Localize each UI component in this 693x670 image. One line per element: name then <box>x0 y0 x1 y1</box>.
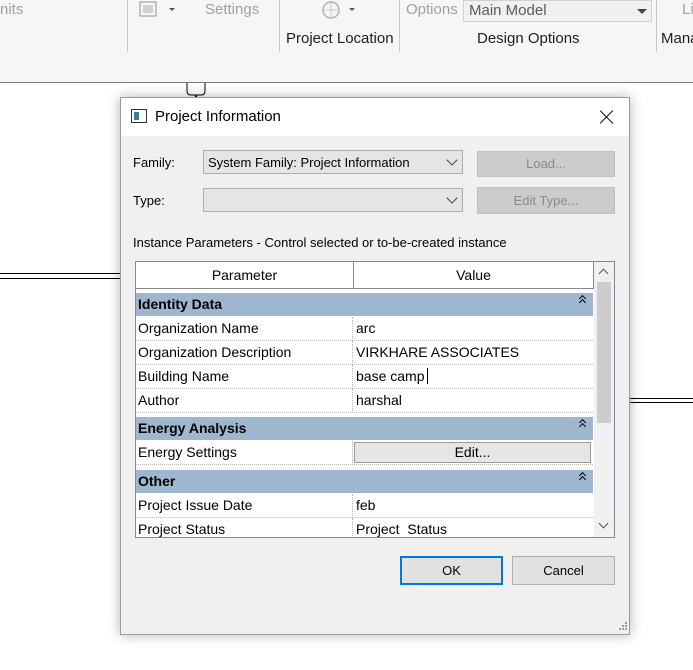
group-title: Other <box>138 473 176 489</box>
ribbon-separator <box>656 0 657 52</box>
resize-grip-icon[interactable] <box>618 621 628 631</box>
settings-button[interactable]: Settings <box>205 1 259 18</box>
instance-parameters-label: Instance Parameters - Control selected o… <box>133 235 507 250</box>
text-caret <box>427 368 428 384</box>
wall-line <box>630 398 693 399</box>
type-label: Type: <box>133 193 165 208</box>
manage-panel-title: Mana <box>661 30 693 47</box>
wall-line <box>0 273 121 274</box>
wall-line <box>0 278 121 279</box>
dialog-titlebar[interactable]: Project Information <box>121 98 629 136</box>
chevron-down-icon <box>446 192 458 204</box>
table-row[interactable]: Organization Description VIRKHARE ASSOCI… <box>136 341 593 365</box>
group-header-energy-analysis[interactable]: Energy Analysis <box>136 417 593 441</box>
vertical-scrollbar[interactable] <box>594 262 614 537</box>
param-value[interactable]: arc <box>356 320 375 336</box>
scroll-down-icon[interactable] <box>598 518 609 529</box>
properties-grid: Parameter Value Identity Data Organizati… <box>135 261 615 538</box>
phasing-icon[interactable] <box>138 0 162 20</box>
building-name-input[interactable]: base camp <box>356 368 424 384</box>
collapse-icon[interactable] <box>578 295 588 305</box>
column-header-value[interactable]: Value <box>354 262 594 289</box>
project-information-dialog: Project Information Family: System Famil… <box>120 97 630 635</box>
param-name: Project Status <box>138 521 226 537</box>
param-value[interactable]: Project Status <box>356 521 447 537</box>
edit-type-button[interactable]: Edit Type... <box>477 187 615 214</box>
param-name: Project Issue Date <box>138 497 253 513</box>
group-title: Energy Analysis <box>138 420 247 436</box>
close-icon[interactable] <box>595 105 619 129</box>
group-header-other[interactable]: Other <box>136 470 593 494</box>
collapse-icon[interactable] <box>578 472 588 482</box>
dialog-title: Project Information <box>155 108 281 125</box>
ribbon-separator <box>399 0 400 52</box>
param-value[interactable]: harshal <box>356 392 402 408</box>
family-select-value: System Family: Project Information <box>208 155 410 170</box>
param-name: Organization Name <box>138 320 259 336</box>
ribbon-separator <box>279 0 280 52</box>
project-location-panel-title: Project Location <box>286 30 394 47</box>
options-button[interactable]: Options <box>406 1 458 18</box>
energy-settings-edit-button[interactable]: Edit... <box>354 442 591 463</box>
scrollbar-thumb[interactable] <box>597 282 611 423</box>
main-model-value: Main Model <box>469 2 547 19</box>
chevron-down-icon[interactable] <box>169 8 175 11</box>
scroll-up-icon[interactable] <box>598 268 609 279</box>
table-row[interactable]: Project Status Project Status <box>136 518 593 537</box>
dialog-app-icon <box>131 109 147 123</box>
param-value[interactable]: VIRKHARE ASSOCIATES <box>356 344 519 360</box>
param-name: Author <box>138 392 180 408</box>
wall-line <box>630 402 693 403</box>
ribbon: nits Settings Project Location Options M… <box>0 0 693 83</box>
design-options-panel-title: Design Options <box>477 30 580 47</box>
table-row[interactable]: Building Name base camp <box>136 365 593 389</box>
cancel-button[interactable]: Cancel <box>512 556 615 585</box>
load-button[interactable]: Load... <box>477 151 615 177</box>
param-name: Energy Settings <box>138 444 237 460</box>
chevron-down-icon[interactable] <box>349 8 355 11</box>
table-row[interactable]: Organization Name arc <box>136 317 593 341</box>
ribbon-item-fragment[interactable]: Li <box>682 1 693 18</box>
ok-button[interactable]: OK <box>400 556 503 585</box>
group-title: Identity Data <box>138 296 223 312</box>
type-select[interactable] <box>203 188 463 212</box>
units-button-label[interactable]: nits <box>0 1 23 18</box>
chevron-down-icon <box>637 9 647 14</box>
ribbon-separator <box>127 0 128 52</box>
param-value[interactable]: feb <box>356 497 375 513</box>
chevron-down-icon <box>446 154 458 166</box>
param-name: Building Name <box>138 368 230 384</box>
table-row[interactable]: Energy Settings Edit... <box>136 441 593 465</box>
group-header-identity-data[interactable]: Identity Data <box>136 293 593 317</box>
main-model-select[interactable]: Main Model <box>463 0 652 22</box>
param-name: Organization Description <box>138 344 292 360</box>
collapse-icon[interactable] <box>578 419 588 429</box>
family-select[interactable]: System Family: Project Information <box>203 150 463 174</box>
column-header-parameter[interactable]: Parameter <box>136 262 354 289</box>
table-row[interactable]: Author harshal <box>136 389 593 413</box>
location-globe-icon[interactable] <box>320 0 344 20</box>
table-row[interactable]: Project Issue Date feb <box>136 494 593 518</box>
family-label: Family: <box>133 155 175 170</box>
